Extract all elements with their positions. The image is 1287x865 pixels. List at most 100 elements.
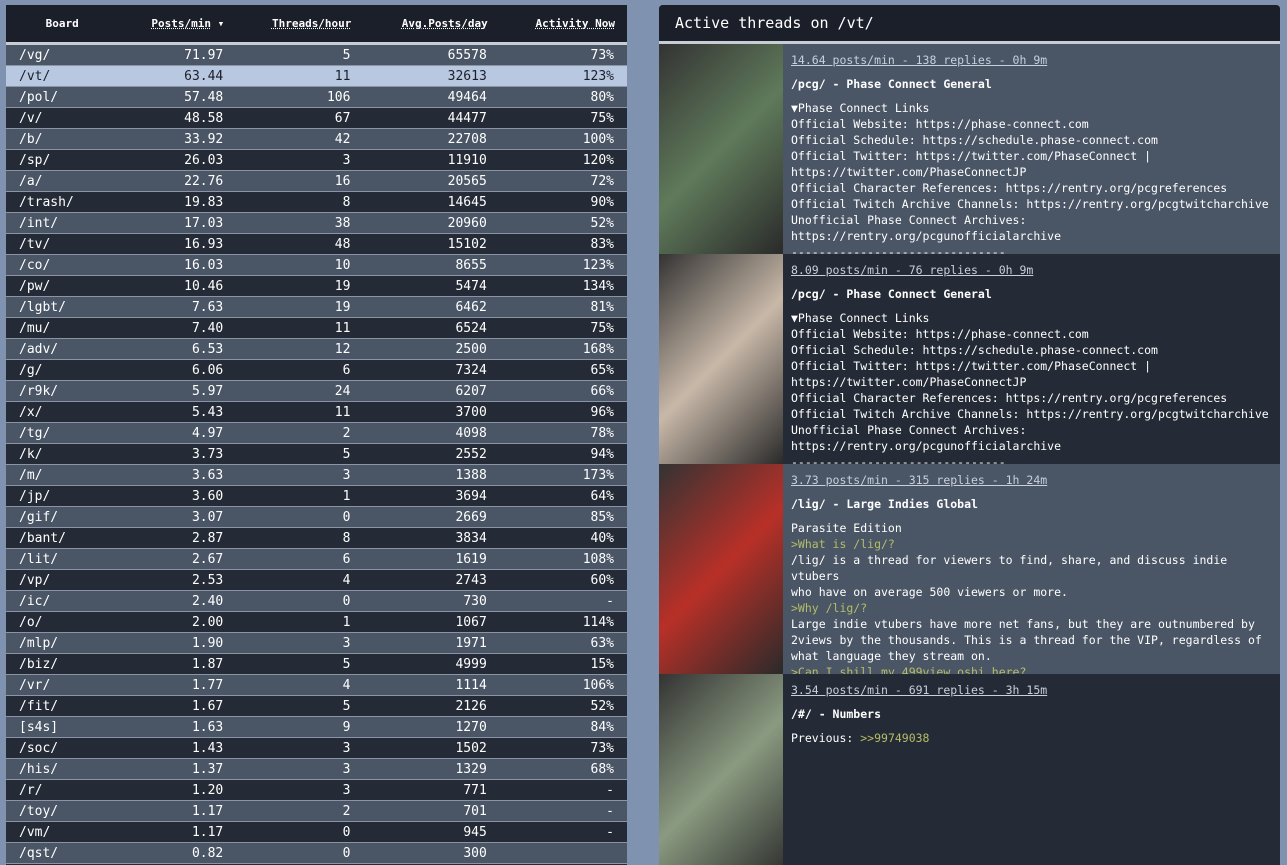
cell-board[interactable]: /pw/ (6, 275, 119, 297)
thread-stats-link[interactable]: 3.73 posts/min - 315 replies - 1h 24m (791, 472, 1272, 488)
table-row[interactable]: /r9k/5.97 24 6207 66% (6, 380, 627, 402)
cell-board[interactable]: /his/ (6, 758, 119, 780)
column-header-board[interactable]: Board (6, 5, 119, 45)
cell-board[interactable]: /biz/ (6, 653, 119, 675)
cell-board[interactable]: /int/ (6, 212, 119, 234)
cell-board[interactable]: /vm/ (6, 821, 119, 843)
cell-board[interactable]: /qst/ (6, 842, 119, 864)
table-row[interactable]: /trash/19.83 8 14645 90% (6, 191, 627, 213)
table-row[interactable]: /lgbt/7.63 19 6462 81% (6, 296, 627, 318)
table-row[interactable]: /co/16.03 10 8655 123% (6, 254, 627, 276)
cell-board[interactable]: /lit/ (6, 548, 119, 570)
column-header-threads-hour[interactable]: Threads/hour (236, 5, 364, 45)
table-row[interactable]: /mu/7.40 11 6524 75% (6, 317, 627, 339)
cell-board[interactable]: /vp/ (6, 569, 119, 591)
cell-board[interactable]: /lgbt/ (6, 296, 119, 318)
cell-board[interactable]: /b/ (6, 128, 119, 150)
thread-card[interactable]: 3.54 posts/min - 691 replies - 3h 15m /#/… (659, 674, 1280, 865)
thread-card[interactable]: 8.09 posts/min - 76 replies - 0h 9m/pcg/… (659, 254, 1280, 464)
table-row[interactable]: /a/22.76 16 20565 72% (6, 170, 627, 192)
table-row[interactable]: /toy/1.17 2 701- (6, 800, 627, 822)
table-row[interactable]: /tg/4.97 2 4098 78% (6, 422, 627, 444)
table-row[interactable]: /mlp/1.90 3 1971 63% (6, 632, 627, 654)
thread-stats-link[interactable]: 14.64 posts/min - 138 replies - 0h 9m (791, 52, 1269, 68)
table-row[interactable]: /v/48.58 67 44477 75% (6, 107, 627, 129)
table-row[interactable]: /r/1.20 3 771- (6, 779, 627, 801)
cell-threads-per-hour: 0 (236, 506, 364, 528)
table-row[interactable]: [s4s] 1.63 9 1270 84% (6, 716, 627, 738)
thread-stats-link[interactable]: 8.09 posts/min - 76 replies - 0h 9m (791, 262, 1269, 278)
table-row[interactable]: /sp/26.03 3 11910 120% (6, 149, 627, 171)
cell-board[interactable]: /toy/ (6, 800, 119, 822)
table-row[interactable]: /fit/1.67 5 2126 52% (6, 695, 627, 717)
cell-board[interactable]: /fit/ (6, 695, 119, 717)
table-row[interactable]: /k/3.73 5 2552 94% (6, 443, 627, 465)
cell-board[interactable]: [s4s] (6, 716, 119, 738)
cell-board[interactable]: /mu/ (6, 317, 119, 339)
table-row[interactable]: /ic/2.40 0 730- (6, 590, 627, 612)
quote-link[interactable]: >>99749038 (860, 731, 929, 745)
cell-board[interactable]: /gif/ (6, 506, 119, 528)
cell-board[interactable]: /o/ (6, 611, 119, 633)
table-row[interactable]: /vm/1.17 0 945- (6, 821, 627, 843)
cell-avg-posts-per-day: 945 (363, 821, 500, 843)
table-row[interactable]: /vp/2.53 4 2743 60% (6, 569, 627, 591)
thread-thumbnail[interactable] (659, 464, 783, 674)
table-row[interactable]: /vr/1.77 4 1114 106% (6, 674, 627, 696)
table-row[interactable]: /bant/2.87 8 3834 40% (6, 527, 627, 549)
cell-board[interactable]: /ic/ (6, 590, 119, 612)
column-header-activity-now[interactable]: Activity Now (499, 5, 627, 45)
cell-board[interactable]: /sp/ (6, 149, 119, 171)
cell-board[interactable]: /a/ (6, 170, 119, 192)
table-row[interactable]: /o/2.00 1 1067 114% (6, 611, 627, 633)
cell-board[interactable]: /jp/ (6, 485, 119, 507)
table-row[interactable]: /soc/1.43 3 1502 73% (6, 737, 627, 759)
table-row[interactable]: /qst/0.82 0 300 (6, 842, 627, 864)
cell-board[interactable]: /tg/ (6, 422, 119, 444)
cell-board[interactable]: /adv/ (6, 338, 119, 360)
cell-board[interactable]: /r/ (6, 779, 119, 801)
cell-board[interactable]: /mlp/ (6, 632, 119, 654)
cell-board[interactable]: /soc/ (6, 737, 119, 759)
cell-activity-now: 168% (499, 338, 627, 360)
table-row[interactable]: /vt/63.44 11 32613 123% (6, 65, 627, 87)
table-row[interactable]: /m/3.63 3 1388 173% (6, 464, 627, 486)
table-row[interactable]: /his/1.37 3 1329 68% (6, 758, 627, 780)
thread-stats-link[interactable]: 3.54 posts/min - 691 replies - 3h 15m (791, 682, 1047, 698)
table-row[interactable]: /g/6.06 6 7324 65% (6, 359, 627, 381)
cell-board[interactable]: /vr/ (6, 674, 119, 696)
cell-board[interactable]: /trash/ (6, 191, 119, 213)
column-header-posts-min[interactable]: Posts/min ▾ (118, 5, 237, 45)
table-row[interactable]: /x/5.43 11 3700 96% (6, 401, 627, 423)
table-row[interactable]: /gif/3.07 0 2669 85% (6, 506, 627, 528)
cell-board[interactable]: /r9k/ (6, 380, 119, 402)
thread-card[interactable]: 3.73 posts/min - 315 replies - 1h 24m/li… (659, 464, 1280, 674)
cell-board[interactable]: /x/ (6, 401, 119, 423)
cell-board[interactable]: /g/ (6, 359, 119, 381)
cell-board[interactable]: /co/ (6, 254, 119, 276)
table-row[interactable]: /lit/2.67 6 1619 108% (6, 548, 627, 570)
table-row[interactable]: /b/33.92 42 22708 100% (6, 128, 627, 150)
thread-thumbnail[interactable] (659, 674, 783, 865)
cell-board[interactable]: /tv/ (6, 233, 119, 255)
table-row[interactable]: /vg/71.97 5 65578 73% (6, 43, 627, 66)
thread-card[interactable]: 14.64 posts/min - 138 replies - 0h 9m/pc… (659, 44, 1280, 254)
cell-board[interactable]: /pol/ (6, 86, 119, 108)
cell-board[interactable]: /m/ (6, 464, 119, 486)
column-header-avg-posts-day[interactable]: Avg.Posts/day (363, 5, 500, 45)
table-row[interactable]: /pw/10.46 19 5474 134% (6, 275, 627, 297)
table-row[interactable]: /adv/6.53 12 2500 168% (6, 338, 627, 360)
cell-board[interactable]: /vg/ (6, 43, 119, 66)
thread-thumbnail[interactable] (659, 44, 783, 254)
cell-board[interactable]: /v/ (6, 107, 119, 129)
cell-activity-now: 52% (499, 212, 627, 234)
cell-board[interactable]: /k/ (6, 443, 119, 465)
thread-thumbnail[interactable] (659, 254, 783, 464)
table-row[interactable]: /jp/3.60 1 3694 64% (6, 485, 627, 507)
table-row[interactable]: /pol/57.48 106 49464 80% (6, 86, 627, 108)
cell-board[interactable]: /bant/ (6, 527, 119, 549)
table-row[interactable]: /int/17.03 38 20960 52% (6, 212, 627, 234)
table-row[interactable]: /tv/16.93 48 15102 83% (6, 233, 627, 255)
table-row[interactable]: /biz/1.87 5 4999 15% (6, 653, 627, 675)
cell-board[interactable]: /vt/ (6, 65, 119, 87)
